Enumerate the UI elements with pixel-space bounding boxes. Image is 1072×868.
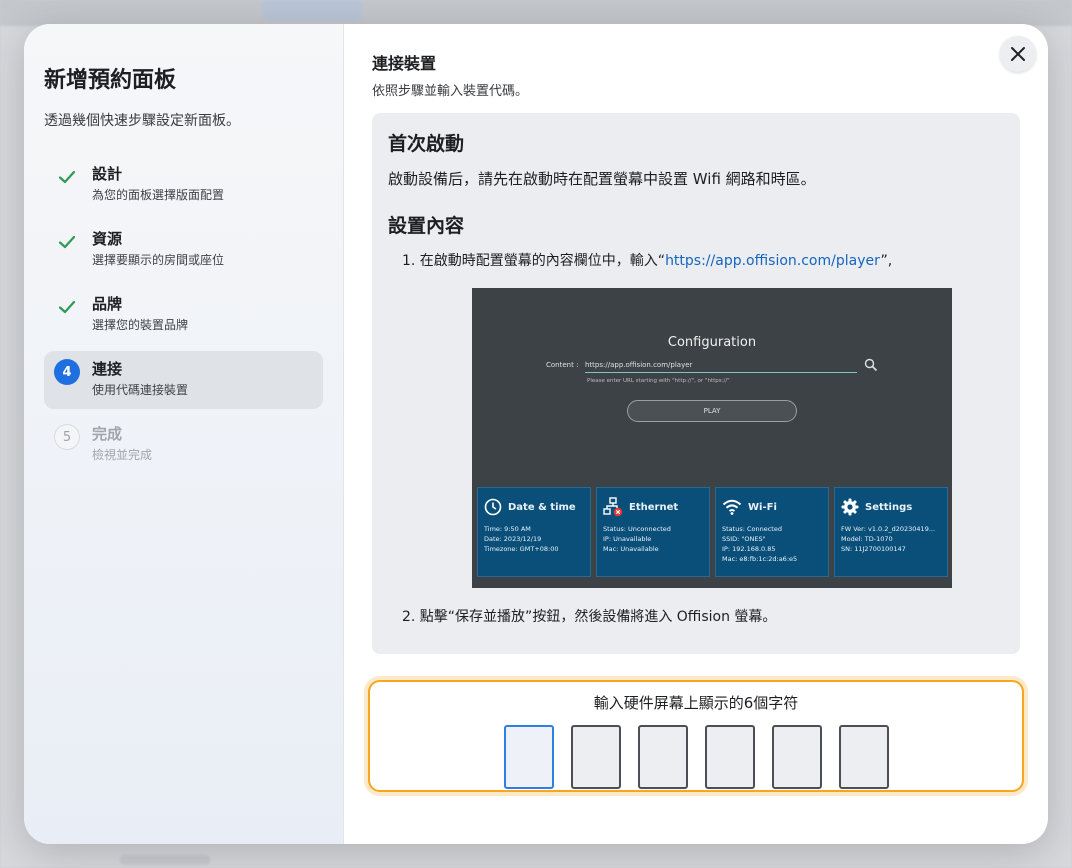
code-digit-input[interactable] — [570, 725, 621, 789]
player-url-link[interactable]: https://app.offision.com/player — [665, 253, 880, 269]
step-finish[interactable]: 5 完成 檢視並完成 — [44, 416, 323, 474]
tile-line: Status: Connected — [722, 525, 782, 533]
tile-title: Date & time — [508, 501, 576, 513]
screenshot-content-label: Content : — [546, 361, 579, 369]
check-icon — [54, 294, 80, 320]
check-icon — [54, 164, 80, 190]
code-digit-input[interactable] — [637, 725, 688, 789]
tile-line: Mac: Unavailable — [603, 545, 659, 553]
code-digit-input[interactable] — [771, 725, 822, 789]
guide-paragraph: 啟動設備后，請先在啟動時在配置螢幕中設置 Wifi 網路和時區。 — [388, 170, 816, 188]
step-title: 品牌 — [92, 295, 123, 313]
step-number-badge: 5 — [54, 424, 80, 450]
wifi-icon — [722, 499, 742, 515]
step-design[interactable]: 設計 為您的面板選擇版面配置 — [44, 156, 323, 214]
tile-ethernet: Ethernet Status: Unconnected IP: Unavail… — [596, 487, 710, 577]
tile-line: Status: Unconnected — [603, 525, 671, 533]
tile-line: Timezone: GMT+08:00 — [484, 545, 559, 553]
code-input-group — [370, 725, 1022, 789]
background-row — [120, 855, 210, 865]
guide-step-text: 1. 在啟動時配置螢幕的內容欄位中，輸入“ — [402, 253, 666, 269]
step-subtitle: 使用代碼連接裝置 — [92, 383, 189, 397]
code-digit-input[interactable] — [838, 725, 889, 789]
page-subtitle: 依照步驟並輸入裝置代碼。 — [372, 84, 529, 99]
step-resources[interactable]: 資源 選擇要顯示的房間或座位 — [44, 221, 323, 279]
guide-heading: 設置內容 — [388, 215, 465, 237]
close-icon — [1011, 47, 1025, 61]
tile-line: SN: 11J2700100147 — [841, 545, 906, 553]
screenshot-helper-text: Please enter URL starting with "http://"… — [587, 378, 730, 384]
tile-title: Ethernet — [629, 501, 679, 513]
add-panel-modal: 新增預約面板 透過幾個快速步驟設定新面板。 設計 為您的面板選擇版面配置 資源 … — [24, 24, 1048, 844]
background-topbar — [0, 0, 1072, 26]
gear-icon — [841, 498, 859, 516]
tile-date-time: Date & time Time: 9:50 AM Date: 2023/12/… — [477, 487, 591, 577]
code-prompt: 輸入硬件屏幕上顯示的6個字符 — [593, 694, 799, 712]
search-icon — [864, 358, 878, 372]
step-title: 完成 — [92, 425, 123, 443]
device-code-entry: 輸入硬件屏幕上顯示的6個字符 — [368, 680, 1024, 792]
step-number-badge: 4 — [54, 359, 80, 385]
step-subtitle: 選擇您的裝置品牌 — [92, 318, 189, 332]
guide-heading: 首次啟動 — [388, 133, 465, 155]
code-digit-input[interactable] — [704, 725, 755, 789]
step-subtitle: 檢視並完成 — [92, 448, 153, 462]
guide-step-text: ”, — [880, 253, 893, 269]
step-title: 設計 — [92, 165, 123, 183]
background-chip — [262, 0, 362, 20]
page-title: 連接裝置 — [372, 54, 437, 73]
step-title: 連接 — [92, 360, 123, 378]
wizard-description: 透過幾個快速步驟設定新面板。 — [44, 113, 240, 129]
tile-line: IP: Unavailable — [603, 535, 652, 543]
wizard-sidebar: 新增預約面板 透過幾個快速步驟設定新面板。 設計 為您的面板選擇版面配置 資源 … — [24, 24, 344, 844]
tile-line: Model: TD-1070 — [841, 535, 893, 543]
tile-line: SSID: "ONES" — [722, 535, 766, 543]
tile-line: FW Ver: v1.0.2_d20230419... — [841, 525, 936, 533]
tile-line: Mac: e8:fb:1c:2d:a6:e5 — [722, 555, 798, 563]
step-brand[interactable]: 品牌 選擇您的裝置品牌 — [44, 286, 323, 344]
guide-step-2: 2. 點擊“保存並播放”按鈕，然後設備將進入 Offision 螢幕。 — [402, 609, 777, 625]
tile-line: Date: 2023/12/19 — [484, 535, 542, 543]
check-icon — [54, 229, 80, 255]
configuration-screenshot: Configuration Content : https://app.offi… — [472, 288, 952, 588]
step-connect[interactable]: 4 連接 使用代碼連接裝置 — [44, 351, 323, 409]
close-button[interactable] — [1000, 36, 1036, 72]
screenshot-title: Configuration — [667, 335, 757, 350]
screenshot-play-button: PLAY — [627, 400, 797, 422]
screenshot-content-field: https://app.offision.com/player — [585, 361, 857, 373]
tile-title: Settings — [865, 501, 913, 513]
tile-title: Wi-Fi — [748, 501, 777, 513]
guide-step-1: 1. 在啟動時配置螢幕的內容欄位中，輸入“https://app.offisio… — [388, 250, 1004, 270]
step-title: 資源 — [92, 230, 123, 248]
step-subtitle: 為您的面板選擇版面配置 — [92, 188, 225, 202]
setup-guide: 首次啟動 啟動設備后，請先在啟動時在配置螢幕中設置 Wifi 網路和時區。 設置… — [372, 113, 1020, 654]
tile-line: IP: 192.168.0.85 — [722, 545, 776, 553]
tile-line: Time: 9:50 AM — [484, 525, 531, 533]
clock-icon — [484, 498, 502, 516]
wizard-title: 新增預約面板 — [44, 68, 177, 93]
step-subtitle: 選擇要顯示的房間或座位 — [92, 253, 225, 267]
wizard-content: 連接裝置 依照步驟並輸入裝置代碼。 首次啟動 啟動設備后，請先在啟動時在配置螢幕… — [344, 24, 1048, 844]
ethernet-icon — [603, 497, 623, 517]
tile-settings: Settings FW Ver: v1.0.2_d20230419... Mod… — [834, 487, 948, 577]
tile-wifi: Wi-Fi Status: Connected SSID: "ONES" IP:… — [715, 487, 829, 577]
code-digit-input[interactable] — [503, 725, 554, 789]
